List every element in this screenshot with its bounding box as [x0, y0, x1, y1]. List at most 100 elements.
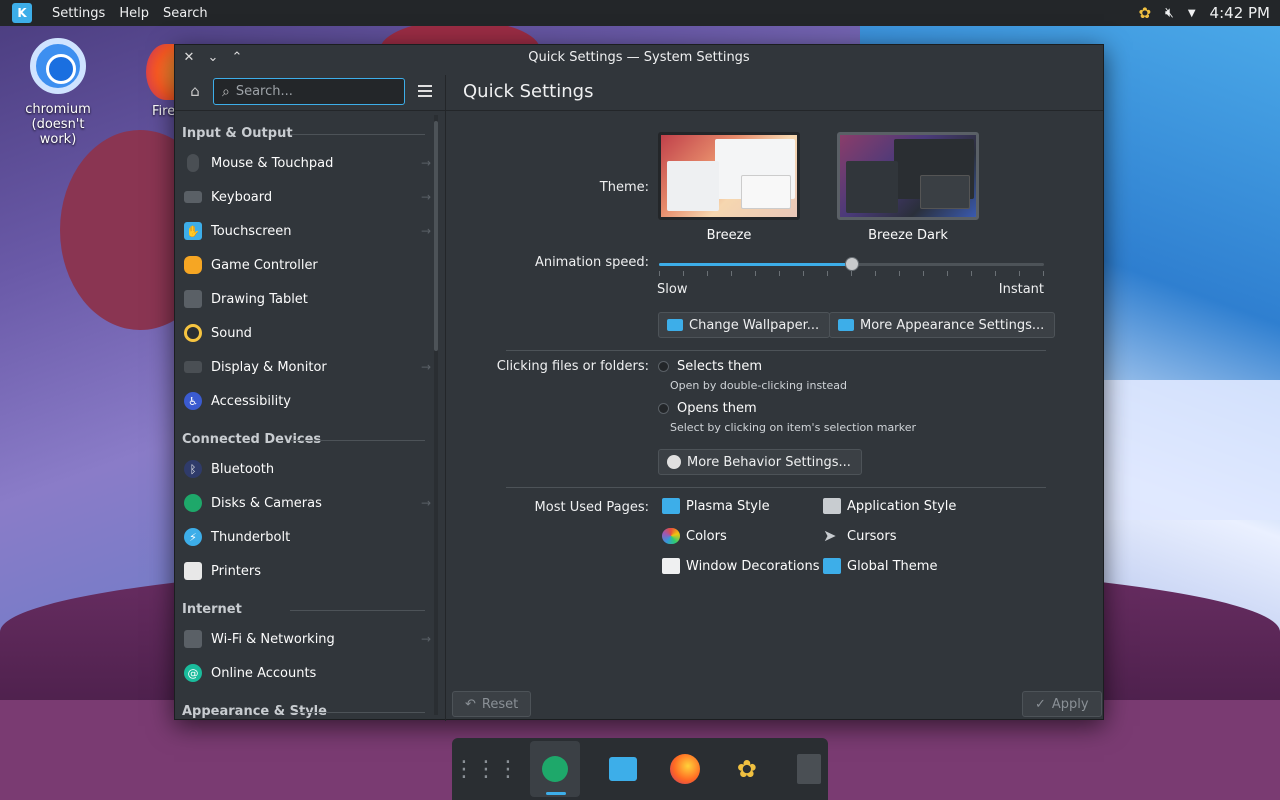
sidebar-item-label: Mouse & Touchpad: [211, 155, 334, 171]
sidebar-item-bluetooth[interactable]: ᛒ Bluetooth: [175, 452, 445, 486]
slider-tick: [995, 271, 996, 276]
sidebar-item-thunderbolt[interactable]: ⚡︎ Thunderbolt: [175, 520, 445, 554]
printer-icon: [184, 562, 202, 580]
arrow-right-icon: →: [420, 190, 431, 204]
firefox-icon[interactable]: [666, 749, 704, 789]
desktop-icon-chromium[interactable]: chromium (doesn't work): [12, 38, 104, 147]
sidebar-item-keyboard[interactable]: Keyboard →: [175, 180, 445, 214]
radio-selects-them[interactable]: Selects them: [658, 359, 762, 374]
theme-label: Theme:: [599, 180, 649, 195]
link-label: Cursors: [847, 528, 897, 544]
slider-handle[interactable]: [844, 257, 859, 271]
more-appearance-settings-button[interactable]: More Appearance Settings...: [829, 312, 1056, 338]
network-icon: [184, 630, 202, 648]
sidebar-item-mouse-touchpad[interactable]: Mouse & Touchpad →: [175, 146, 445, 180]
system-settings-task[interactable]: [530, 741, 580, 797]
home-icon[interactable]: ⌂: [185, 81, 205, 101]
sidebar-item-label: Printers: [211, 563, 262, 579]
kde-launcher-icon[interactable]: K: [12, 3, 32, 23]
chromium-icon: [30, 38, 86, 94]
sidebar-item-label: Wi-Fi & Networking: [211, 631, 335, 647]
wallpaper-icon: [667, 319, 683, 331]
arrow-right-icon: →: [420, 360, 431, 374]
sidebar-item-sound[interactable]: Sound: [175, 316, 445, 350]
most-used-global-theme[interactable]: Global Theme: [823, 558, 937, 574]
slider-tick: [899, 271, 900, 276]
most-used-cursors[interactable]: ➤ Cursors: [823, 528, 897, 544]
sidebar-scrollbar[interactable]: [434, 115, 440, 715]
sidebar-item-display-monitor[interactable]: Display & Monitor →: [175, 350, 445, 384]
discover-icon[interactable]: [604, 749, 642, 789]
sidebar-item-label: Sound: [211, 325, 252, 341]
search-icon: ⌕: [222, 83, 230, 100]
radio-button[interactable]: [658, 361, 669, 372]
sidebar-item-label: Accessibility: [211, 393, 291, 409]
sidebar-item-label: Online Accounts: [211, 665, 317, 681]
menu-search[interactable]: Search: [163, 6, 208, 21]
sidebar-item-label: Disks & Cameras: [211, 495, 322, 511]
search-field[interactable]: ⌕: [213, 78, 405, 105]
window-decorations-icon: [662, 558, 680, 574]
menu-help[interactable]: Help: [119, 6, 149, 21]
theme-card-breeze[interactable]: Breeze: [658, 132, 800, 243]
app-grid-icon[interactable]: ⋮⋮⋮: [453, 749, 519, 789]
radio-hint: Select by clicking on item's selection m…: [670, 421, 916, 434]
desktop-icon-firefox[interactable]: Fire: [146, 44, 176, 119]
mouse-icon: [187, 154, 199, 172]
radio-button[interactable]: [658, 403, 669, 414]
sidebar-item-printers[interactable]: Printers: [175, 554, 445, 588]
sidebar-item-accessibility[interactable]: ♿︎ Accessibility: [175, 384, 445, 418]
radio-opens-them[interactable]: Opens them: [658, 401, 757, 416]
desktop-icon-label: chromium: [25, 102, 91, 117]
most-used-colors[interactable]: Colors: [662, 528, 727, 544]
bee-icon[interactable]: ✿: [1138, 4, 1151, 22]
slider-tick: [755, 271, 756, 276]
clicking-label: Clicking files or folders:: [496, 359, 649, 374]
menu-settings[interactable]: Settings: [52, 6, 105, 21]
sidebar-item-label: Display & Monitor: [211, 359, 327, 375]
scrollbar-thumb[interactable]: [434, 121, 438, 351]
slider-tick: [731, 271, 732, 276]
most-used-window-decorations[interactable]: Window Decorations: [662, 558, 820, 574]
apply-button[interactable]: ✓ Apply: [1022, 691, 1102, 717]
sidebar-item-game-controller[interactable]: Game Controller: [175, 248, 445, 282]
header-toolbar: ⌂ ⌕ Quick Settings: [175, 71, 1103, 111]
sidebar-item-wifi-networking[interactable]: Wi-Fi & Networking →: [175, 622, 445, 656]
sidebar-item-label: Drawing Tablet: [211, 291, 308, 307]
search-input[interactable]: [235, 84, 376, 99]
slider-tick: [779, 271, 780, 276]
page-title: Quick Settings: [463, 81, 594, 102]
sidebar-item-online-accounts[interactable]: @ Online Accounts: [175, 656, 445, 690]
trash-icon[interactable]: [790, 749, 828, 789]
bee-app-icon[interactable]: ✿: [728, 749, 766, 789]
titlebar[interactable]: ✕ ⌄ ⌃ Quick Settings — System Settings: [175, 45, 1103, 71]
most-used-application-style[interactable]: Application Style: [823, 498, 956, 514]
checkmark-icon: ✓: [1035, 696, 1046, 712]
cursor-icon: ➤: [823, 526, 837, 545]
clock[interactable]: 4:42 PM: [1210, 4, 1270, 22]
arrow-right-icon: →: [420, 632, 431, 646]
volume-muted-icon[interactable]: 🔇︎: [1165, 5, 1174, 21]
slider-max-label: Instant: [998, 282, 1044, 297]
sidebar-item-disks-cameras[interactable]: Disks & Cameras →: [175, 486, 445, 520]
bluetooth-icon: ᛒ: [184, 460, 202, 478]
animation-speed-slider[interactable]: [659, 256, 1044, 276]
slider-tick: [971, 271, 972, 276]
sidebar-item-label: Touchscreen: [211, 223, 292, 239]
more-behavior-settings-button[interactable]: More Behavior Settings...: [658, 449, 862, 475]
slider-tick: [875, 271, 876, 276]
theme-card-breeze-dark[interactable]: Breeze Dark: [837, 132, 979, 243]
sidebar-item-label: Game Controller: [211, 257, 318, 273]
change-wallpaper-button[interactable]: Change Wallpaper...: [658, 312, 831, 338]
tray-expand-icon[interactable]: ▼: [1188, 8, 1196, 19]
reset-button[interactable]: ↶ Reset: [452, 691, 532, 717]
appearance-icon: [838, 319, 854, 331]
hamburger-menu-icon[interactable]: [415, 81, 435, 101]
game-controller-icon: [184, 256, 202, 274]
most-used-plasma-style[interactable]: Plasma Style: [662, 498, 770, 514]
slider-tick: [1043, 271, 1044, 276]
sidebar-item-drawing-tablet[interactable]: Drawing Tablet: [175, 282, 445, 316]
slider-tick: [827, 271, 828, 276]
sidebar-item-touchscreen[interactable]: ✋ Touchscreen →: [175, 214, 445, 248]
radio-hint: Open by double-clicking instead: [670, 379, 847, 392]
